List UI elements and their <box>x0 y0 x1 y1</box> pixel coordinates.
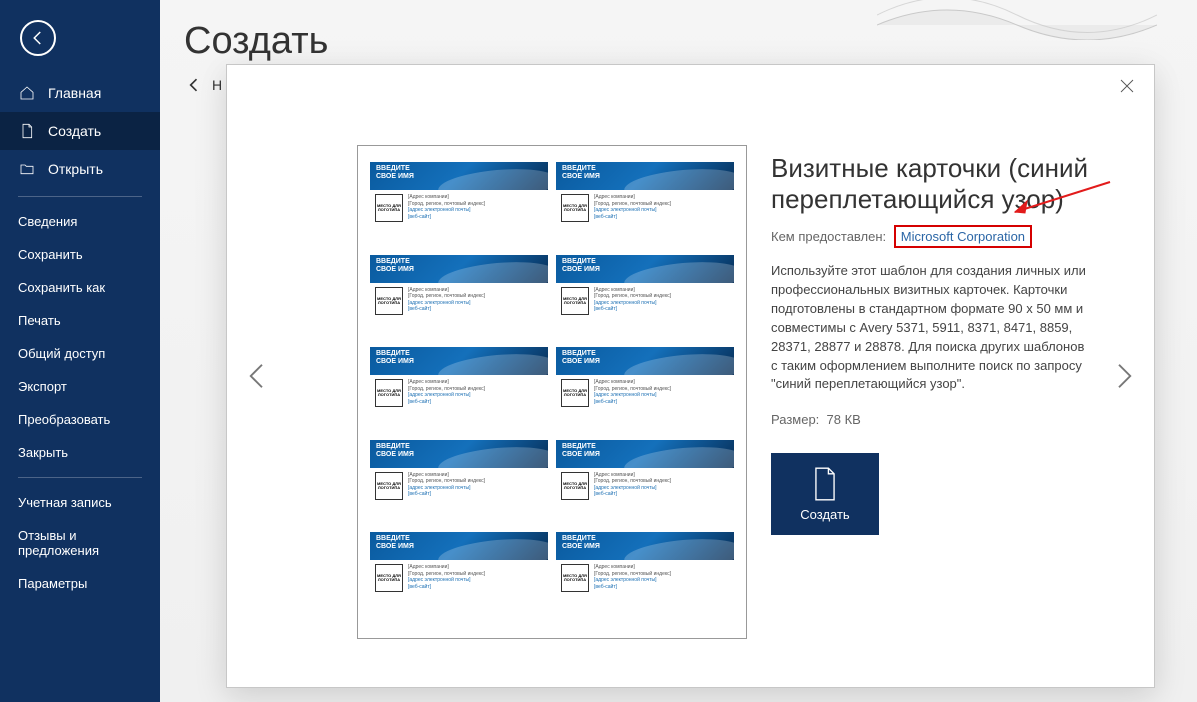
nav-save[interactable]: Сохранить <box>0 238 160 271</box>
business-card-preview: ВВЕДИТЕСВОЕ ИМЯ МЕСТО ДЛЯ ЛОГОТИПА [Адре… <box>370 162 548 251</box>
nav-print[interactable]: Печать <box>0 304 160 337</box>
document-icon <box>811 467 839 501</box>
template-details: Визитные карточки (синий переплетающийся… <box>771 153 1094 535</box>
business-card-preview: ВВЕДИТЕСВОЕ ИМЯ МЕСТО ДЛЯ ЛОГОТИПА [Адре… <box>370 440 548 529</box>
chevron-right-icon <box>1109 361 1139 391</box>
nav-label: Главная <box>48 85 101 101</box>
business-card-preview: ВВЕДИТЕСВОЕ ИМЯ МЕСТО ДЛЯ ЛОГОТИПА [Адре… <box>556 532 734 621</box>
business-card-preview: ВВЕДИТЕСВОЕ ИМЯ МЕСТО ДЛЯ ЛОГОТИПА [Адре… <box>556 255 734 344</box>
back-button[interactable] <box>20 20 56 56</box>
business-card-preview: ВВЕДИТЕСВОЕ ИМЯ МЕСТО ДЛЯ ЛОГОТИПА [Адре… <box>370 347 548 436</box>
nav-options[interactable]: Параметры <box>0 567 160 600</box>
business-card-preview: ВВЕДИТЕСВОЕ ИМЯ МЕСТО ДЛЯ ЛОГОТИПА [Адре… <box>370 532 548 621</box>
create-button[interactable]: Создать <box>771 453 879 535</box>
back-link-label: Н <box>212 77 222 93</box>
folder-icon <box>18 160 36 178</box>
close-icon <box>1118 77 1136 95</box>
template-preview: ВВЕДИТЕСВОЕ ИМЯ МЕСТО ДЛЯ ЛОГОТИПА [Адре… <box>357 145 747 639</box>
next-template-button[interactable] <box>1106 358 1142 394</box>
template-size: Размер: 78 КВ <box>771 412 1094 427</box>
backstage-sidebar: Главная Создать Открыть Сведения Сохрани… <box>0 0 160 702</box>
business-card-preview: ВВЕДИТЕСВОЕ ИМЯ МЕСТО ДЛЯ ЛОГОТИПА [Адре… <box>556 162 734 251</box>
business-card-preview: ВВЕДИТЕСВОЕ ИМЯ МЕСТО ДЛЯ ЛОГОТИПА [Адре… <box>370 255 548 344</box>
nav-share[interactable]: Общий доступ <box>0 337 160 370</box>
template-description: Используйте этот шаблон для создания лич… <box>771 262 1094 394</box>
business-card-preview: ВВЕДИТЕСВОЕ ИМЯ МЕСТО ДЛЯ ЛОГОТИПА [Адре… <box>556 347 734 436</box>
create-button-label: Создать <box>800 507 849 522</box>
close-button[interactable] <box>1118 77 1138 97</box>
provided-label: Кем предоставлен: <box>771 229 886 244</box>
business-card-preview: ВВЕДИТЕСВОЕ ИМЯ МЕСТО ДЛЯ ЛОГОТИПА [Адре… <box>556 440 734 529</box>
nav-open[interactable]: Открыть <box>0 150 160 188</box>
nav-save-as[interactable]: Сохранить как <box>0 271 160 304</box>
nav-export[interactable]: Экспорт <box>0 370 160 403</box>
nav-feedback[interactable]: Отзывы и предложения <box>0 519 160 567</box>
divider <box>18 477 142 478</box>
nav-create[interactable]: Создать <box>0 112 160 150</box>
home-icon <box>18 84 36 102</box>
prev-template-button[interactable] <box>239 358 275 394</box>
chevron-left-icon <box>242 361 272 391</box>
nav-transform[interactable]: Преобразовать <box>0 403 160 436</box>
divider <box>18 196 142 197</box>
template-preview-modal: ВВЕДИТЕСВОЕ ИМЯ МЕСТО ДЛЯ ЛОГОТИПА [Адре… <box>226 64 1155 688</box>
document-icon <box>18 122 36 140</box>
provided-link[interactable]: Microsoft Corporation <box>894 225 1032 248</box>
template-title: Визитные карточки (синий переплетающийся… <box>771 153 1094 215</box>
arrow-left-icon <box>184 75 204 95</box>
nav-label: Создать <box>48 123 101 139</box>
provided-by: Кем предоставлен: Microsoft Corporation <box>771 225 1094 248</box>
nav-account[interactable]: Учетная запись <box>0 486 160 519</box>
nav-info[interactable]: Сведения <box>0 205 160 238</box>
nav-label: Открыть <box>48 161 103 177</box>
nav-home[interactable]: Главная <box>0 74 160 112</box>
decorative-swoosh <box>877 0 1157 40</box>
nav-close[interactable]: Закрыть <box>0 436 160 469</box>
